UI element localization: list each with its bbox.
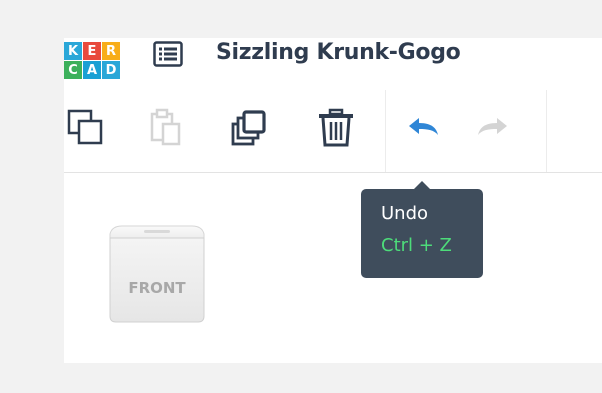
cube-face-label: FRONT (128, 279, 186, 297)
tooltip-shortcut: Ctrl + Z (381, 235, 452, 256)
edit-toolbar (64, 90, 602, 173)
list-icon (153, 41, 183, 67)
logo-letter: K (64, 42, 82, 60)
logo-letter: C (64, 61, 82, 79)
redo-icon (478, 118, 507, 135)
undo-icon (409, 118, 438, 135)
delete-button[interactable] (314, 104, 358, 152)
logo-letter: A (83, 61, 101, 79)
logo-letter: D (102, 61, 120, 79)
undo-tooltip: Undo Ctrl + Z (361, 181, 483, 278)
view-cube[interactable]: FRONT (104, 218, 214, 328)
title-bar: K E R C A D Sizzling Krunk-Gogo (64, 38, 602, 90)
duplicate-button[interactable] (228, 104, 272, 152)
logo-letter: E (83, 42, 101, 60)
redo-button[interactable] (470, 104, 514, 152)
trash-icon (319, 108, 353, 147)
toolbar-separator (546, 90, 547, 172)
toolbar-separator (385, 90, 386, 172)
copy-button[interactable] (64, 104, 108, 152)
app-logo[interactable]: K E R C A D (64, 42, 120, 79)
paste-icon (150, 108, 181, 146)
undo-button[interactable] (402, 104, 446, 152)
project-list-button[interactable] (150, 38, 186, 70)
tooltip-label: Undo (381, 203, 429, 224)
copy-icon (67, 109, 103, 145)
project-title[interactable]: Sizzling Krunk-Gogo (216, 40, 461, 65)
paste-button[interactable] (144, 104, 188, 152)
duplicate-icon (231, 110, 266, 146)
logo-letter: R (102, 42, 120, 60)
app-window: K E R C A D Sizzling Krunk-Gogo FRONT Un… (64, 38, 602, 363)
